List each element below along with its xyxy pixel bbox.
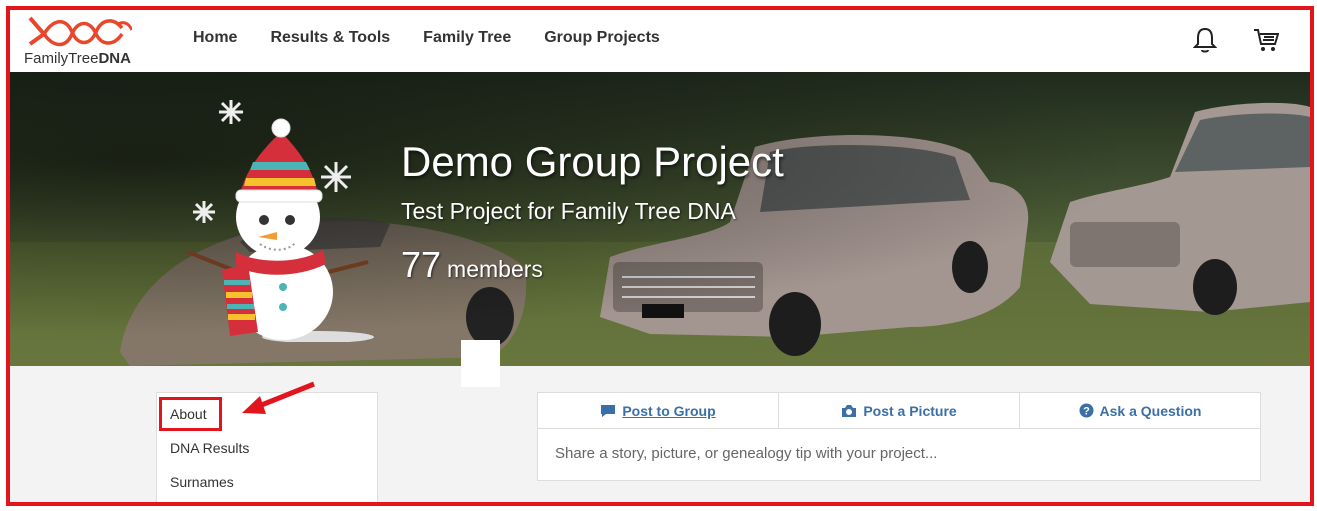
- project-subtitle: Test Project for Family Tree DNA: [401, 198, 736, 224]
- side-item-dna-results[interactable]: DNA Results: [170, 440, 249, 456]
- nav-home[interactable]: Home: [193, 29, 237, 47]
- tab-post-to-group[interactable]: Post to Group: [538, 393, 779, 428]
- tab-label: Post to Group: [622, 402, 716, 419]
- question-icon: ?: [1079, 403, 1094, 418]
- side-item-surnames[interactable]: Surnames: [170, 474, 234, 490]
- member-count-number: 77: [401, 244, 442, 285]
- snowman-illustration: [187, 100, 374, 342]
- member-count: 77 members: [401, 244, 543, 286]
- svg-text:?: ?: [1083, 406, 1090, 418]
- nav-family-tree[interactable]: Family Tree: [423, 29, 511, 47]
- post-tabs: Post to Group Post a Picture ? Ask a Que…: [538, 393, 1260, 429]
- project-title: Demo Group Project: [401, 138, 784, 185]
- comment-icon: [601, 404, 616, 417]
- nav-group-projects[interactable]: Group Projects: [544, 29, 660, 47]
- camera-icon: [842, 404, 857, 417]
- tab-label: Ask a Question: [1099, 402, 1202, 419]
- bell-icon[interactable]: [1192, 26, 1218, 54]
- logo-wordmark: FamilyTreeDNA: [24, 50, 131, 67]
- cart-icon[interactable]: [1253, 26, 1280, 54]
- blank-placeholder: [461, 340, 500, 387]
- tab-ask-a-question[interactable]: ? Ask a Question: [1020, 393, 1260, 428]
- nav-results-tools[interactable]: Results & Tools: [270, 29, 390, 47]
- snowflake-icon: [193, 201, 215, 223]
- top-header: FamilyTreeDNA Home Results & Tools Famil…: [10, 10, 1310, 72]
- main-nav: Home Results & Tools Family Tree Group P…: [193, 29, 660, 47]
- page-frame: FamilyTreeDNA Home Results & Tools Famil…: [6, 6, 1314, 506]
- snowflake-icon: [219, 100, 243, 124]
- red-arrow-icon: [242, 381, 315, 414]
- tab-label: Post a Picture: [863, 402, 957, 419]
- post-panel: Post to Group Post a Picture ? Ask a Que…: [537, 392, 1261, 481]
- tab-post-a-picture[interactable]: Post a Picture: [779, 393, 1020, 428]
- dna-helix-icon: [28, 16, 134, 47]
- familytreedna-logo[interactable]: FamilyTreeDNA: [22, 12, 152, 70]
- share-input[interactable]: Share a story, picture, or genealogy tip…: [555, 445, 937, 462]
- snowflake-icon: [321, 162, 351, 192]
- project-banner: Demo Group Project Test Project for Fami…: [10, 72, 1310, 366]
- member-count-label: members: [447, 256, 543, 282]
- about-highlight-box: [159, 397, 222, 431]
